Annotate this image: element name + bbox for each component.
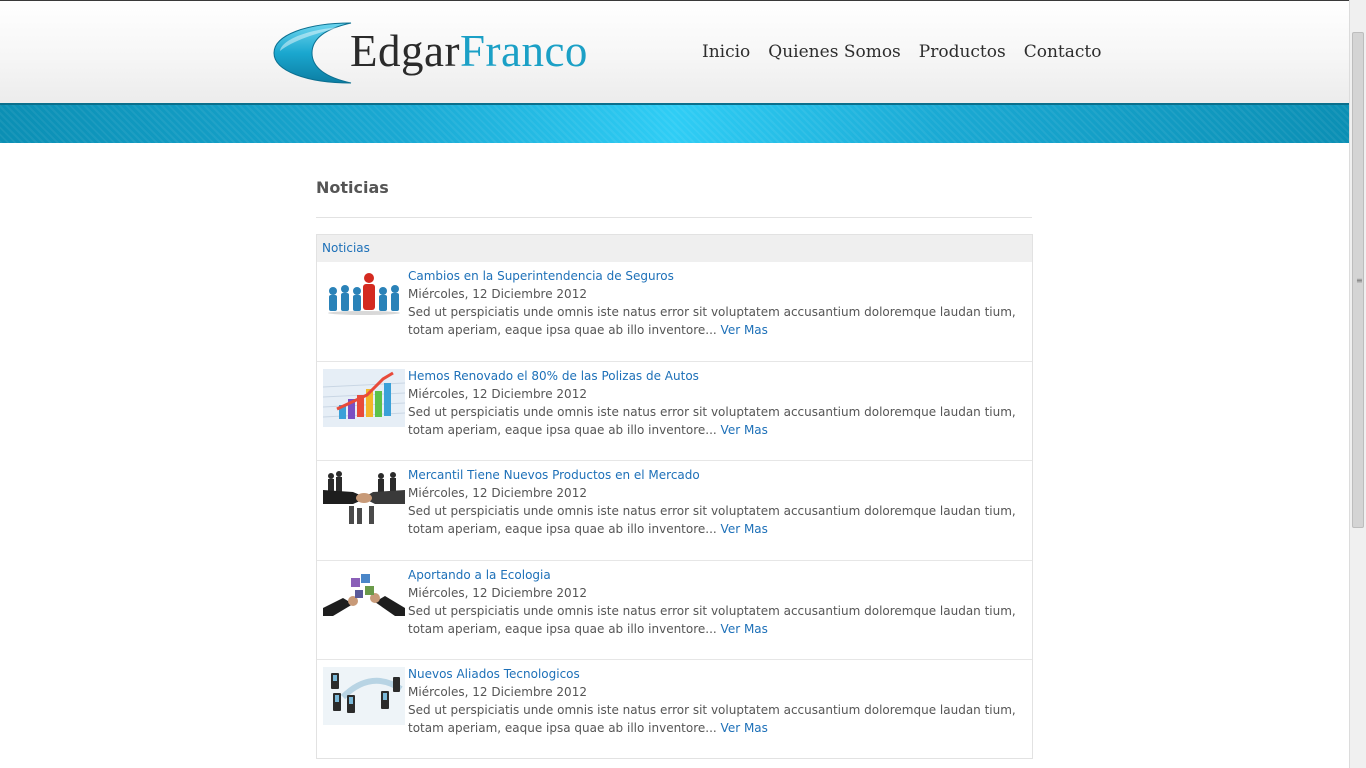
news-thumbnail-bar-chart[interactable] — [323, 368, 405, 427]
nav-item-contacto[interactable]: Contacto — [1024, 41, 1102, 63]
news-excerpt: Sed ut perspiciatis unde omnis iste natu… — [408, 603, 1016, 636]
news-thumbnail-people[interactable] — [323, 269, 405, 327]
news-title-link[interactable]: Nuevos Aliados Tecnologicos — [408, 667, 580, 681]
news-date: Miércoles, 12 Diciembre 2012 — [408, 486, 587, 500]
read-more-link[interactable]: Ver Mas — [721, 423, 768, 437]
news-item: Nuevos Aliados Tecnologicos Miércoles, 1… — [317, 660, 1032, 760]
news-box-header: Noticias — [317, 235, 1032, 262]
scrollbar-grip-icon: ≡ — [1356, 276, 1363, 285]
news-date: Miércoles, 12 Diciembre 2012 — [408, 585, 587, 600]
news-title-link[interactable]: Aportando a la Ecologia — [408, 568, 551, 582]
logo-name-first: Edgar — [350, 26, 460, 76]
news-thumbnail-puzzle[interactable] — [323, 567, 405, 626]
read-more-link[interactable]: Ver Mas — [721, 622, 768, 636]
bar-chart-icon — [323, 368, 405, 427]
scrollbar-thumb[interactable]: ≡ — [1352, 32, 1364, 528]
main-nav: Inicio Quienes Somos Productos Contacto — [702, 41, 1101, 63]
news-excerpt: Sed ut perspiciatis unde omnis iste natu… — [408, 305, 1016, 337]
read-more-link[interactable]: Ver Mas — [721, 323, 768, 337]
site-header: EdgarFranco Inicio Quienes Somos Product… — [0, 1, 1349, 103]
news-thumbnail-phones[interactable] — [323, 667, 405, 725]
news-box: Noticias Cambios en la Superintendencia … — [316, 234, 1033, 759]
news-item: Cambios en la Superintendencia de Seguro… — [317, 262, 1032, 362]
logo-wordmark: EdgarFranco — [350, 25, 588, 77]
news-title-link[interactable]: Cambios en la Superintendencia de Seguro… — [408, 269, 674, 283]
nav-item-productos[interactable]: Productos — [919, 41, 1006, 63]
news-thumbnail-handshake[interactable] — [323, 468, 405, 526]
news-date: Miércoles, 12 Diciembre 2012 — [408, 685, 587, 699]
news-item: Hemos Renovado el 80% de las Polizas de … — [317, 362, 1032, 461]
nav-item-inicio[interactable]: Inicio — [702, 41, 750, 63]
header-banner-band — [0, 103, 1349, 143]
puzzle-hands-icon — [323, 567, 405, 626]
site-logo[interactable]: EdgarFranco — [272, 21, 592, 85]
news-excerpt: Sed ut perspiciatis unde omnis iste natu… — [408, 703, 1016, 735]
title-divider — [316, 217, 1032, 218]
page-title: Noticias — [316, 178, 389, 197]
read-more-link[interactable]: Ver Mas — [721, 522, 768, 536]
read-more-link[interactable]: Ver Mas — [721, 721, 768, 735]
handshake-icon — [323, 468, 405, 526]
news-title-link[interactable]: Mercantil Tiene Nuevos Productos en el M… — [408, 468, 700, 482]
news-excerpt: Sed ut perspiciatis unde omnis iste natu… — [408, 504, 1016, 536]
news-date: Miércoles, 12 Diciembre 2012 — [408, 287, 587, 301]
vertical-scrollbar[interactable]: ≡ — [1349, 0, 1366, 768]
mobile-phones-icon — [323, 667, 405, 725]
logo-swoosh-icon — [273, 22, 352, 84]
news-date: Miércoles, 12 Diciembre 2012 — [408, 386, 587, 401]
news-item: Aportando a la Ecologia Miércoles, 12 Di… — [317, 561, 1032, 660]
news-excerpt: Sed ut perspiciatis unde omnis iste natu… — [408, 404, 1016, 437]
news-item: Mercantil Tiene Nuevos Productos en el M… — [317, 461, 1032, 561]
people-group-icon — [323, 269, 405, 327]
news-title-link[interactable]: Hemos Renovado el 80% de las Polizas de … — [408, 369, 699, 383]
nav-item-quienes-somos[interactable]: Quienes Somos — [768, 41, 900, 63]
logo-name-second: Franco — [459, 26, 588, 76]
